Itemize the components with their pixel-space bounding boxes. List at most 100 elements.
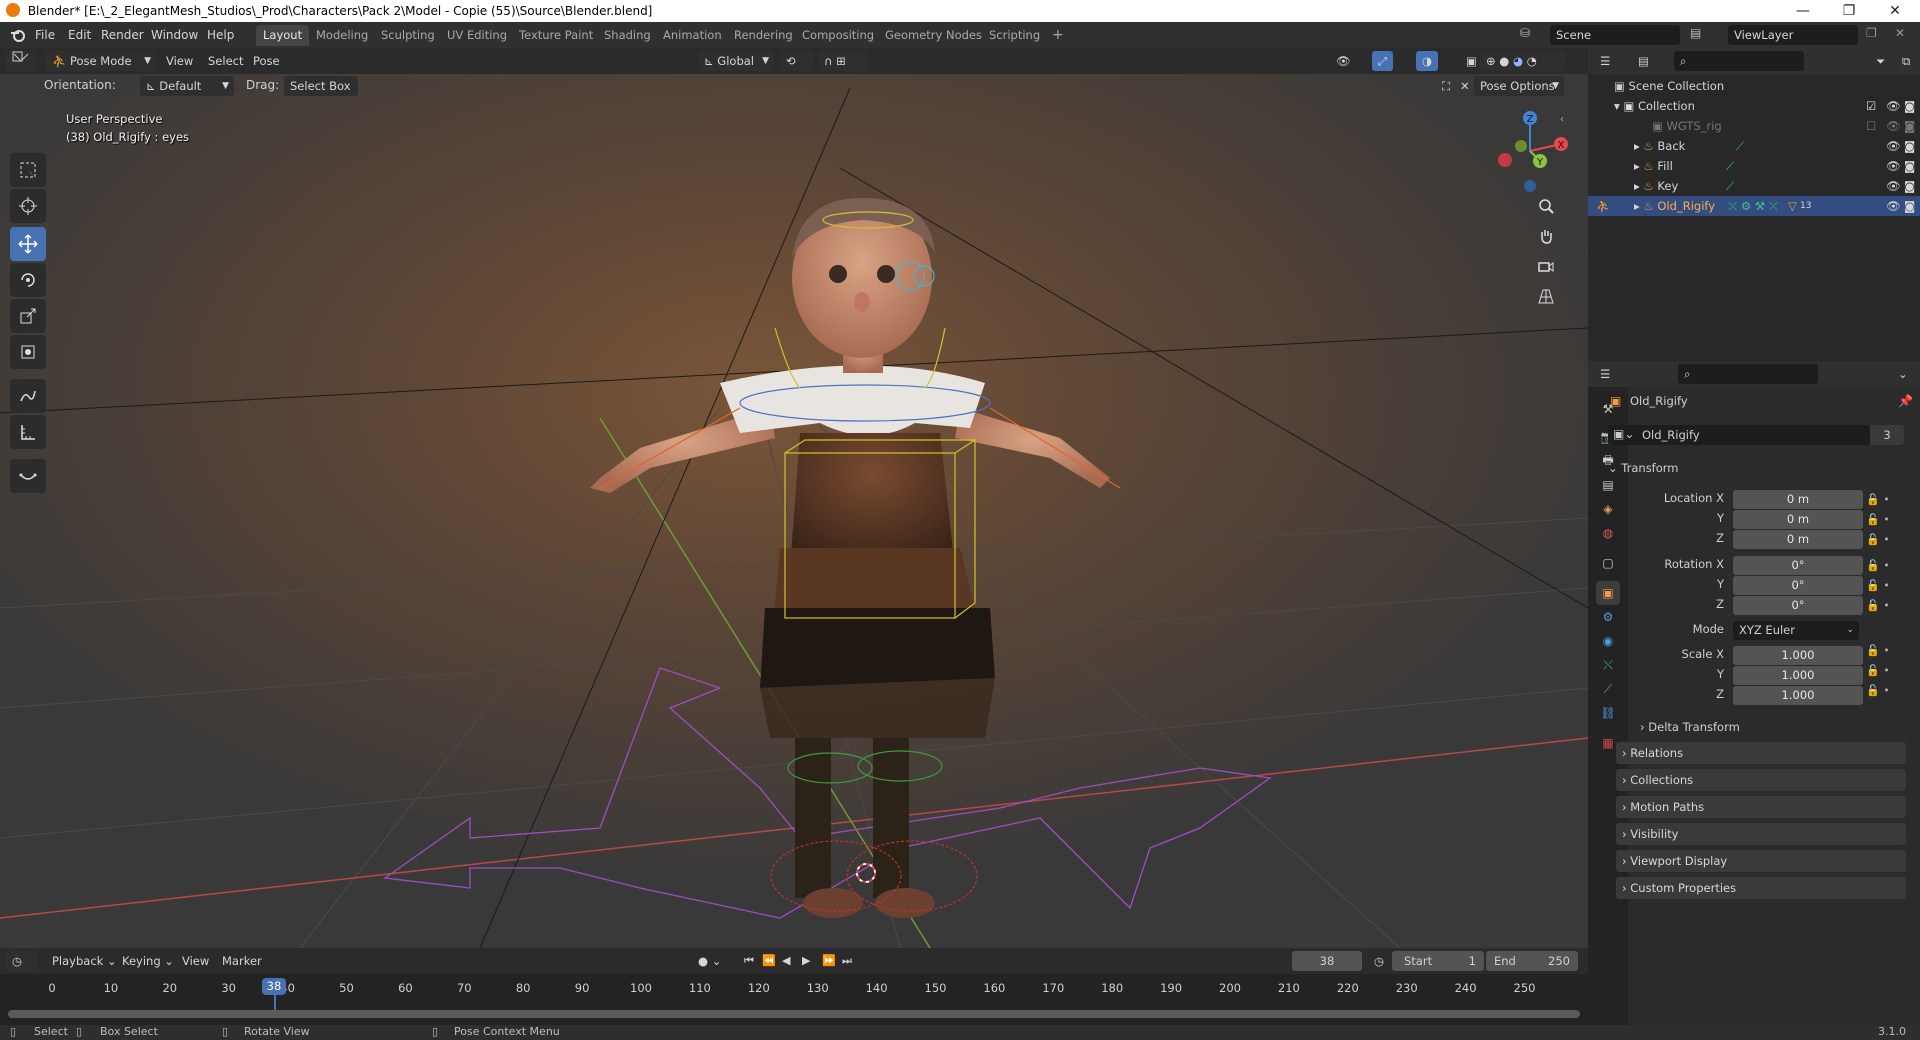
transform-tool-icon[interactable] — [10, 335, 46, 369]
bone-tab-icon[interactable]: ⟋ — [1596, 677, 1620, 701]
eye-icon[interactable]: 👁 — [1886, 136, 1901, 156]
expand-arrow-icon[interactable]: ▾ — [1614, 99, 1620, 113]
tab-geometry-nodes[interactable]: Geometry Nodes — [878, 25, 989, 46]
filter-icon[interactable]: ⏷ — [1870, 51, 1891, 71]
view-layer-selector[interactable]: ViewLayer — [1728, 25, 1858, 45]
camera-view-icon[interactable] — [1533, 253, 1559, 279]
pin-icon[interactable]: 📌 — [1898, 394, 1913, 408]
rotation-x-field[interactable]: 0° — [1733, 556, 1863, 575]
camera-icon[interactable]: ◙ — [1904, 176, 1915, 196]
timeline-editor-type-icon[interactable]: ◷ — [6, 951, 38, 971]
options-chevron-icon[interactable]: ⌄ — [1892, 364, 1914, 384]
outliner-item-back[interactable]: ▸ ♨ Back ⟋ 👁 ◙ — [1588, 136, 1920, 156]
material-shading-icon[interactable]: ◕ — [1513, 54, 1523, 68]
cursor-tool-icon[interactable] — [10, 189, 46, 223]
outliner-item-wgts-rig[interactable]: ▣ WGTS_rig ☐ 👁 ◙ — [1588, 116, 1920, 136]
annotate-tool-icon[interactable] — [10, 379, 46, 413]
current-frame-field[interactable]: 38 — [1292, 951, 1362, 971]
eye-icon[interactable]: 👁 — [1886, 196, 1901, 216]
user-count[interactable]: 3 — [1870, 425, 1904, 445]
play-reverse-icon[interactable]: ◀ — [776, 951, 796, 971]
gizmo-neg-y[interactable] — [1515, 140, 1527, 152]
camera-icon[interactable]: ◙ — [1904, 156, 1915, 176]
light-data-icon[interactable]: ⟋ — [1726, 156, 1734, 176]
outliner-item-key[interactable]: ▸ ♨ Key ⟋ 👁 ◙ — [1588, 176, 1920, 196]
rotation-mode-dropdown[interactable]: XYZ Euler ⌄ — [1733, 621, 1859, 640]
outliner-search-input[interactable]: ⌕ — [1674, 51, 1804, 71]
section-viewport-display[interactable]: › Viewport Display — [1616, 850, 1906, 872]
menu-pose[interactable]: Pose — [247, 51, 286, 71]
world-tab-icon[interactable]: ◍ — [1596, 521, 1620, 545]
scene-selector[interactable]: Scene — [1550, 25, 1680, 45]
properties-search-input[interactable]: ⌕ — [1678, 364, 1818, 384]
tab-modeling[interactable]: Modeling — [309, 25, 375, 46]
wireframe-shading-icon[interactable]: ⊕ — [1486, 54, 1496, 68]
camera-icon[interactable]: ◙ — [1904, 116, 1915, 136]
scene-icon[interactable]: ⛁ — [1520, 26, 1530, 40]
outliner-item-old-rigify[interactable]: ⛹ ▸ ♨ Old_Rigify ⤬ ⚙ ⚒ ⤬ ▽ 13 👁 ◙ — [1588, 196, 1920, 216]
expand-arrow-icon[interactable]: ▸ — [1634, 139, 1640, 153]
pose-mode-icon[interactable]: ⛹ — [1596, 196, 1610, 216]
snap-button[interactable]: ∩ ⊞ — [818, 51, 868, 71]
section-motion-paths[interactable]: › Motion Paths — [1616, 796, 1906, 818]
data-block-name[interactable]: Old_Rigify — [1642, 428, 1700, 442]
expand-arrow-icon[interactable]: ▸ — [1634, 159, 1640, 173]
menu-render[interactable]: Render — [101, 22, 144, 48]
lock-icon[interactable]: 🔓 • — [1866, 576, 1906, 596]
jump-end-icon[interactable]: ⏭ — [836, 951, 858, 971]
eye-icon[interactable]: 👁 — [1886, 176, 1901, 196]
lock-icon[interactable]: 🔓 • — [1866, 641, 1906, 661]
tab-layout[interactable]: Layout — [256, 25, 310, 46]
object-tab-icon[interactable]: ▣ — [1596, 581, 1620, 605]
outliner-item-fill[interactable]: ▸ ♨ Fill ⟋ 👁 ◙ — [1588, 156, 1920, 176]
view-layer-icon[interactable]: ▤ — [1690, 26, 1701, 40]
tab-animation[interactable]: Animation — [656, 25, 729, 46]
new-view-layer-icon[interactable]: ❐ — [1866, 26, 1877, 40]
section-collections[interactable]: › Collections — [1616, 769, 1906, 791]
menu-select[interactable]: Select — [202, 51, 249, 71]
pose-options-dropdown[interactable]: Pose Options ▼ — [1474, 76, 1564, 96]
select-box-tool-icon[interactable] — [10, 153, 46, 187]
close-overlay-icon[interactable]: ✕ — [1454, 76, 1476, 96]
playback-menu[interactable]: Playback ⌄ — [46, 951, 123, 971]
light-data-icon[interactable]: ⟋ — [1726, 176, 1734, 196]
transform-orientation-dropdown[interactable]: ⊾ Global ▼ — [698, 51, 774, 71]
menu-window[interactable]: Window — [151, 22, 198, 48]
properties-editor-type-icon[interactable]: ☰ — [1594, 364, 1626, 384]
tab-texture-paint[interactable]: Texture Paint — [512, 25, 600, 46]
lock-icon[interactable]: 🔓 • — [1866, 596, 1906, 616]
rotation-y-field[interactable]: 0° — [1733, 576, 1863, 595]
timeline-view-menu[interactable]: View — [176, 951, 215, 971]
eye-icon[interactable]: 👁 — [1886, 116, 1901, 136]
modifier-icon[interactable]: ▽ — [1788, 196, 1797, 216]
rotate-tool-icon[interactable] — [10, 263, 46, 297]
location-x-field[interactable]: 0 m — [1733, 490, 1863, 509]
armature-data-icon[interactable]: ⤬ ⚙ ⚒ ⤬ — [1728, 196, 1778, 216]
location-z-field[interactable]: 0 m — [1733, 530, 1863, 549]
new-collection-icon[interactable]: ⧉ — [1896, 51, 1916, 71]
menu-help[interactable]: Help — [207, 22, 234, 48]
start-frame-field[interactable]: Start 1 — [1392, 951, 1484, 971]
section-delta-transform[interactable]: › Delta Transform — [1626, 716, 1906, 738]
clock-icon[interactable]: ◷ — [1368, 951, 1390, 971]
scene-tab-icon[interactable]: ◈ — [1596, 497, 1620, 521]
end-frame-field[interactable]: End 250 — [1486, 951, 1578, 971]
transform-panel-header[interactable]: ⌄ Transform — [1608, 456, 1906, 480]
play-icon[interactable]: ▶ — [796, 951, 816, 971]
gizmo-toggle-icon[interactable]: ⤢ — [1372, 51, 1394, 71]
add-workspace-button[interactable]: + — [1045, 25, 1071, 46]
collection-tab-icon[interactable]: ▢ — [1596, 551, 1620, 575]
maximize-button[interactable]: ❐ — [1826, 0, 1872, 22]
lock-icon[interactable]: 🔓 • — [1866, 530, 1906, 550]
tab-shading[interactable]: Shading — [597, 25, 658, 46]
camera-icon[interactable]: ◙ — [1904, 96, 1915, 116]
camera-icon[interactable]: ◙ — [1904, 196, 1915, 216]
menu-file[interactable]: File — [35, 22, 55, 48]
scale-z-field[interactable]: 1.000 — [1733, 686, 1863, 705]
tab-rendering[interactable]: Rendering — [727, 25, 800, 46]
keying-menu[interactable]: Keying ⌄ — [116, 951, 180, 971]
rotation-z-field[interactable]: 0° — [1733, 596, 1863, 615]
blender-menu-icon[interactable] — [10, 22, 26, 48]
scale-tool-icon[interactable] — [10, 299, 46, 333]
lock-icon[interactable]: 🔓 • — [1866, 490, 1906, 510]
